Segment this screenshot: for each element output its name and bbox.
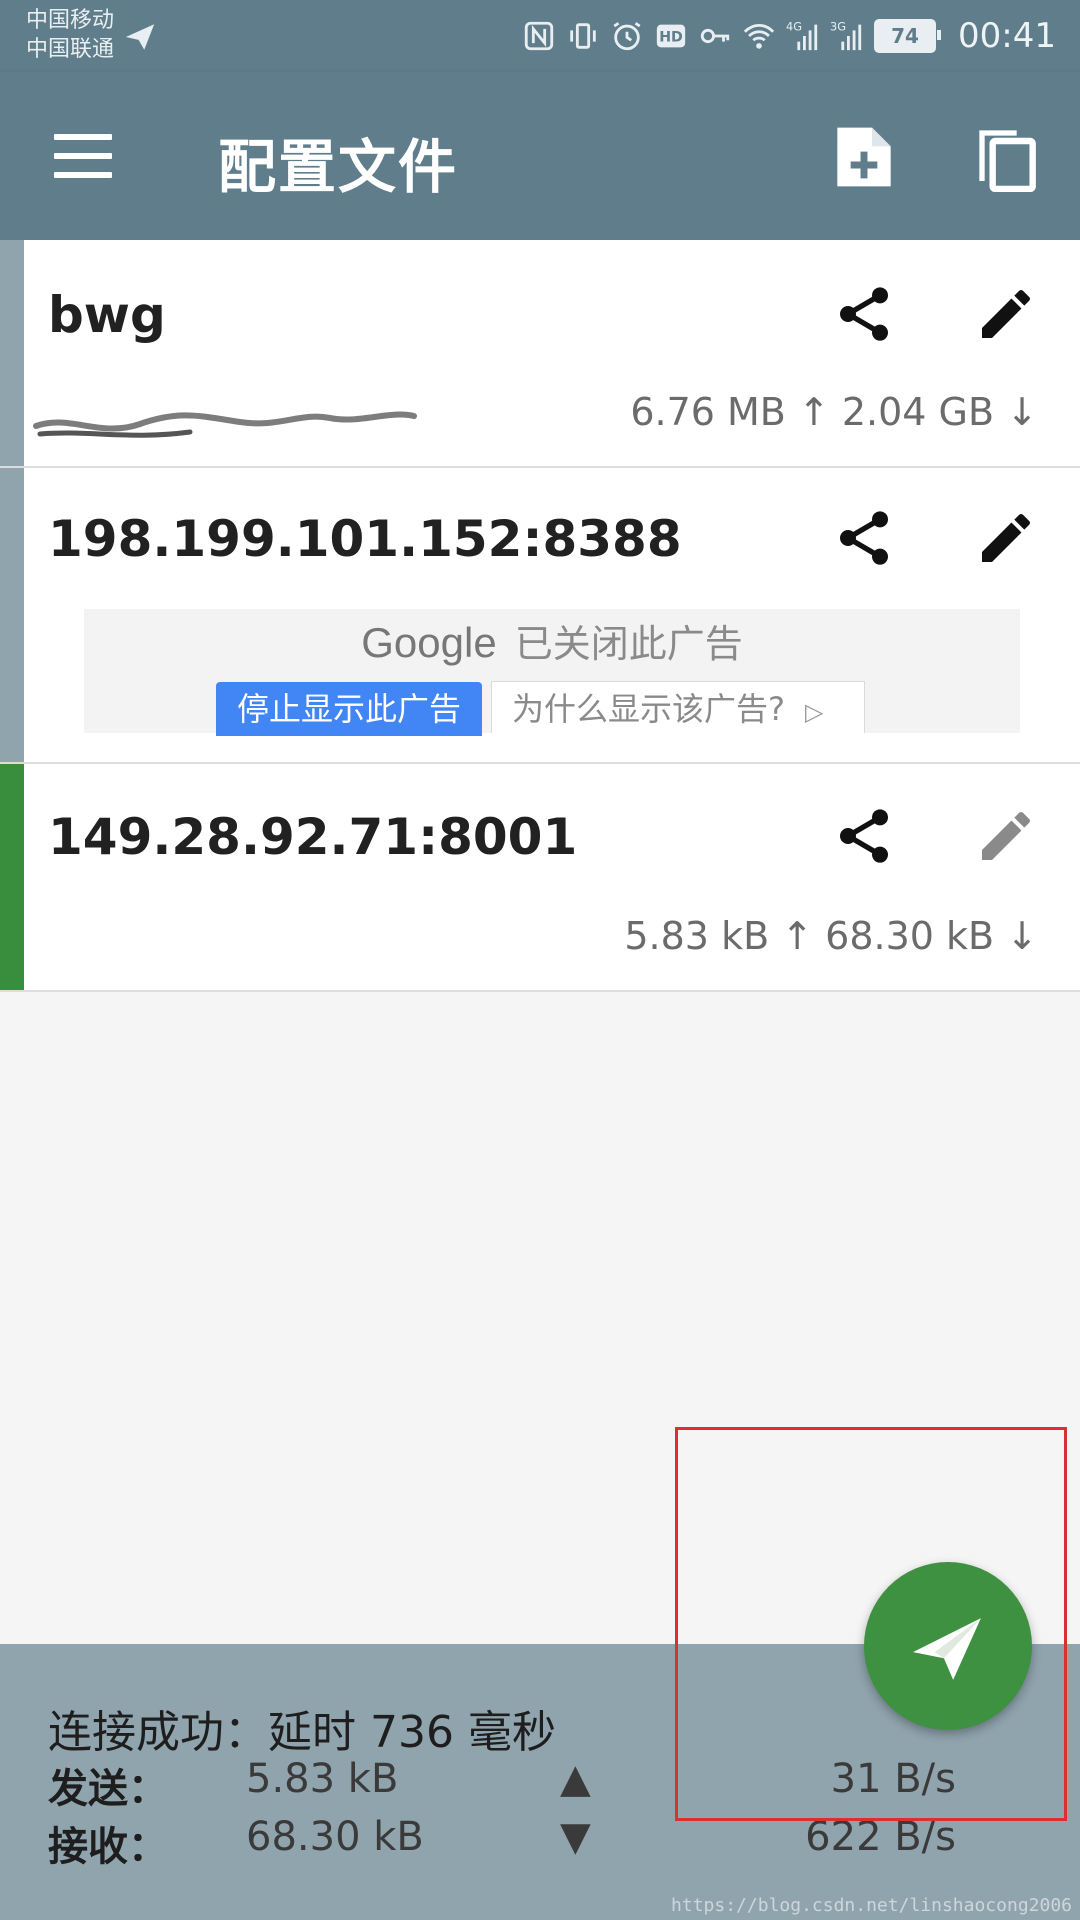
watermark: https://blog.csdn.net/linshaocong2006 [671, 1895, 1072, 1916]
why-this-ad-label: 为什么显示该广告? [512, 690, 785, 728]
share-icon[interactable] [832, 804, 896, 868]
ad-banner: Google 已关闭此广告 停止显示此广告 为什么显示该广告? ▷ [84, 609, 1020, 736]
send-total: 5.83 kB [246, 1756, 399, 1802]
signal-4g-icon: 4G [786, 19, 818, 51]
wifi-icon [743, 23, 775, 49]
receive-stats-row: 接收： 68.30 kB ▼ 622 B/s [48, 1814, 1048, 1870]
profile-card-149[interactable]: 149.28.92.71:8001 5.83 kB ↑ 68.30 kB ↓ [0, 764, 1080, 992]
paper-plane-icon [913, 1618, 981, 1680]
share-icon[interactable] [832, 282, 896, 346]
edit-icon[interactable] [974, 282, 1038, 346]
svg-text:4G: 4G [786, 19, 802, 33]
edit-icon[interactable] [974, 506, 1038, 570]
clock: 00:41 [958, 16, 1056, 56]
profile-status-stripe [0, 468, 24, 762]
ad-closed-message: Google 已关闭此广告 [84, 613, 1020, 668]
share-icon[interactable] [832, 506, 896, 570]
send-rate: 31 B/s [830, 1756, 956, 1802]
menu-icon-bar [54, 172, 112, 178]
profile-card-bwg[interactable]: bwg 6.76 MB ↑ 2.04 GB ↓ [0, 240, 1080, 468]
battery-indicator: 74 [874, 19, 942, 53]
profile-name: 149.28.92.71:8001 [48, 808, 578, 866]
adchoices-icon: ▷ [805, 698, 824, 726]
redacted-server-scribble [33, 411, 417, 438]
menu-icon-bar [54, 134, 112, 140]
carrier-info: 中国移动 中国联通 [26, 6, 114, 64]
send-label: 发送： [48, 1766, 168, 1812]
vibrate-icon [570, 23, 596, 49]
connect-fab-button[interactable] [864, 1562, 1032, 1730]
why-this-ad-button[interactable]: 为什么显示该广告? ▷ [491, 681, 865, 733]
menu-button[interactable] [54, 134, 112, 178]
profile-status-stripe-active [0, 764, 24, 990]
carrier-1: 中国移动 [26, 8, 115, 33]
ad-closed-text: 已关闭此广告 [514, 622, 743, 666]
svg-text:HD: HD [659, 30, 683, 46]
menu-icon-bar [54, 153, 112, 159]
profile-traffic: 5.83 kB ↑ 68.30 kB ↓ [624, 914, 1038, 958]
hd-icon: HD [656, 24, 686, 48]
google-logo: Google [361, 619, 497, 666]
app-toolbar: 配置文件 [0, 72, 1080, 240]
alarm-icon [613, 22, 641, 51]
status-bar: 中国移动 中国联通 HD 4G 3G 74 00:41 [0, 0, 1080, 72]
signal-3g-icon: 3G [830, 19, 862, 51]
download-arrow-icon: ▼ [560, 1814, 591, 1860]
receive-label: 接收： [48, 1824, 168, 1870]
paper-plane-icon [125, 24, 155, 50]
profile-traffic: 6.76 MB ↑ 2.04 GB ↓ [630, 390, 1038, 434]
page-title: 配置文件 [218, 133, 459, 201]
edit-icon-disabled [982, 811, 1030, 860]
copy-profile-icon[interactable] [974, 122, 1038, 192]
svg-text:3G: 3G [830, 19, 846, 33]
stop-showing-ad-button[interactable]: 停止显示此广告 [216, 682, 482, 736]
connection-status: 连接成功：延时 736 毫秒 [48, 1707, 556, 1758]
send-stats-row: 发送： 5.83 kB ▲ 31 B/s [48, 1756, 1048, 1812]
profile-name: bwg [48, 286, 166, 344]
receive-rate: 622 B/s [805, 1814, 956, 1860]
add-profile-icon[interactable] [832, 122, 896, 192]
profile-card-198[interactable]: 198.199.101.152:8388 Google 已关闭此广告 停止显示此广… [0, 468, 1080, 764]
profile-status-stripe [0, 240, 24, 466]
receive-total: 68.30 kB [246, 1814, 424, 1860]
carrier-2: 中国联通 [26, 37, 115, 62]
status-icons: HD 4G 3G 74 00:41 [522, 0, 1056, 72]
profile-name: 198.199.101.152:8388 [48, 510, 682, 568]
vpn-key-icon [700, 28, 730, 44]
upload-arrow-icon: ▲ [560, 1756, 591, 1802]
nfc-icon [524, 21, 554, 51]
